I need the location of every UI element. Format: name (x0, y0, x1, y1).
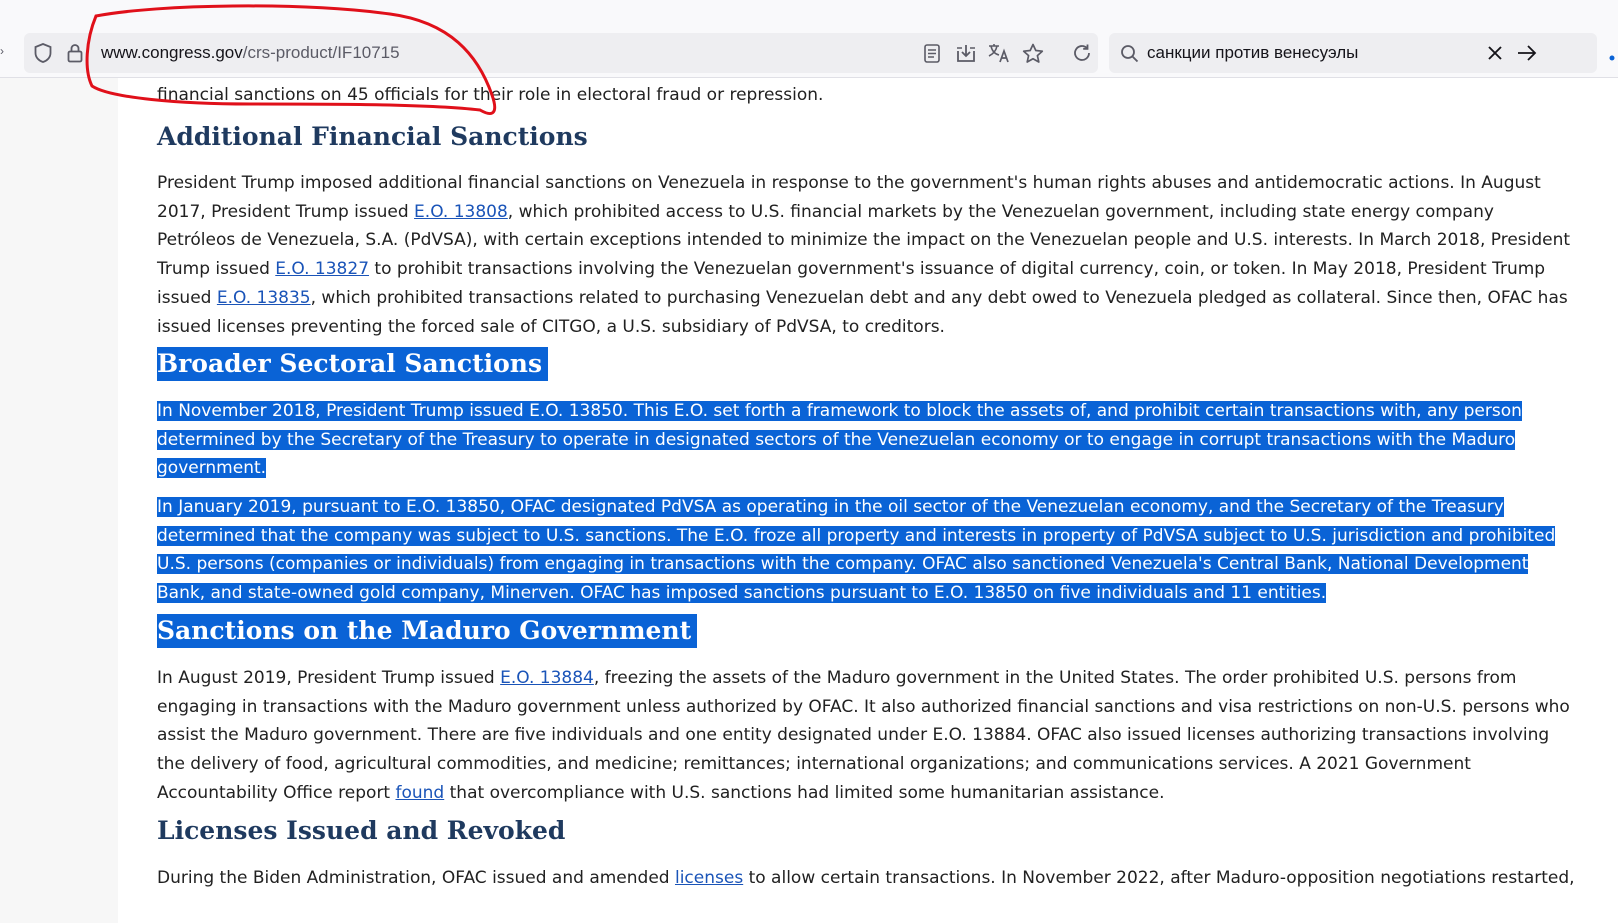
address-bar[interactable]: www.congress.gov/crs-product/IF10715 (24, 33, 1098, 73)
search-box[interactable]: санкции против венесуэлы (1109, 33, 1597, 73)
heading-additional-financial-sanctions: Additional Financial Sanctions (157, 122, 588, 151)
overflow-fragment-icon[interactable] (1608, 44, 1616, 62)
paragraph-licenses: During the Biden Administration, OFAC is… (157, 864, 1577, 893)
heading-broader-sectoral-sanctions: Broader Sectoral Sanctions (157, 347, 549, 381)
heading-sanctions-on-maduro-government: Sanctions on the Maduro Government (157, 614, 698, 648)
paragraph-eo-13850: In November 2018, President Trump issued… (157, 397, 1577, 483)
go-arrow-icon[interactable] (1515, 42, 1539, 64)
paragraph-maduro-government: In August 2019, President Trump issued E… (157, 664, 1577, 808)
text-run: to allow certain transactions. In Novemb… (743, 868, 1575, 888)
link-eo-13827[interactable]: E.O. 13827 (275, 259, 369, 279)
text-run: In August 2019, President Trump issued (157, 668, 501, 688)
shield-icon[interactable] (32, 41, 54, 65)
text-run: , which prohibited transactions related … (157, 287, 1568, 337)
selected-text: In November 2018, President Trump issued… (157, 401, 1522, 479)
text-run: During the Biden Administration, OFAC is… (157, 868, 675, 888)
reader-view-icon[interactable] (920, 42, 944, 64)
top-paragraph-fragment: financial sanctions on 45 officials for … (157, 85, 824, 105)
link-eo-13808[interactable]: E.O. 13808 (414, 202, 508, 222)
translate-icon[interactable] (986, 41, 1012, 65)
link-eo-13835[interactable]: E.O. 13835 (217, 288, 311, 308)
heading-licenses-issued-and-revoked: Licenses Issued and Revoked (157, 816, 566, 845)
search-query[interactable]: санкции против венесуэлы (1147, 43, 1358, 63)
url-text[interactable]: www.congress.gov/crs-product/IF10715 (101, 43, 400, 63)
link-licenses[interactable]: licenses (675, 868, 743, 888)
paragraph-additional-financial-sanctions: President Trump imposed additional finan… (157, 169, 1577, 341)
paragraph-pdvsa-designation: In January 2019, pursuant to E.O. 13850,… (157, 493, 1577, 608)
selected-text: In January 2019, pursuant to E.O. 13850,… (157, 497, 1556, 604)
text-run: that overcompliance with U.S. sanctions … (444, 782, 1165, 803)
browser-toolbar: › www.congress.gov/crs-product/IF10715 с… (0, 0, 1618, 78)
lock-icon[interactable] (65, 41, 85, 65)
link-found[interactable]: found (396, 783, 445, 803)
link-eo-13884[interactable]: E.O. 13884 (500, 668, 594, 688)
bookmark-star-icon[interactable] (1020, 40, 1046, 66)
save-to-pocket-icon[interactable] (953, 41, 979, 65)
clear-icon[interactable] (1485, 43, 1505, 63)
search-icon (1118, 42, 1140, 64)
reload-icon[interactable] (1069, 40, 1095, 66)
url-domain: www.congress.gov (101, 43, 243, 62)
page-left-gutter (0, 78, 118, 923)
url-path: /crs-product/IF10715 (242, 43, 400, 62)
back-arrow-fragment-icon[interactable]: › (0, 44, 8, 58)
